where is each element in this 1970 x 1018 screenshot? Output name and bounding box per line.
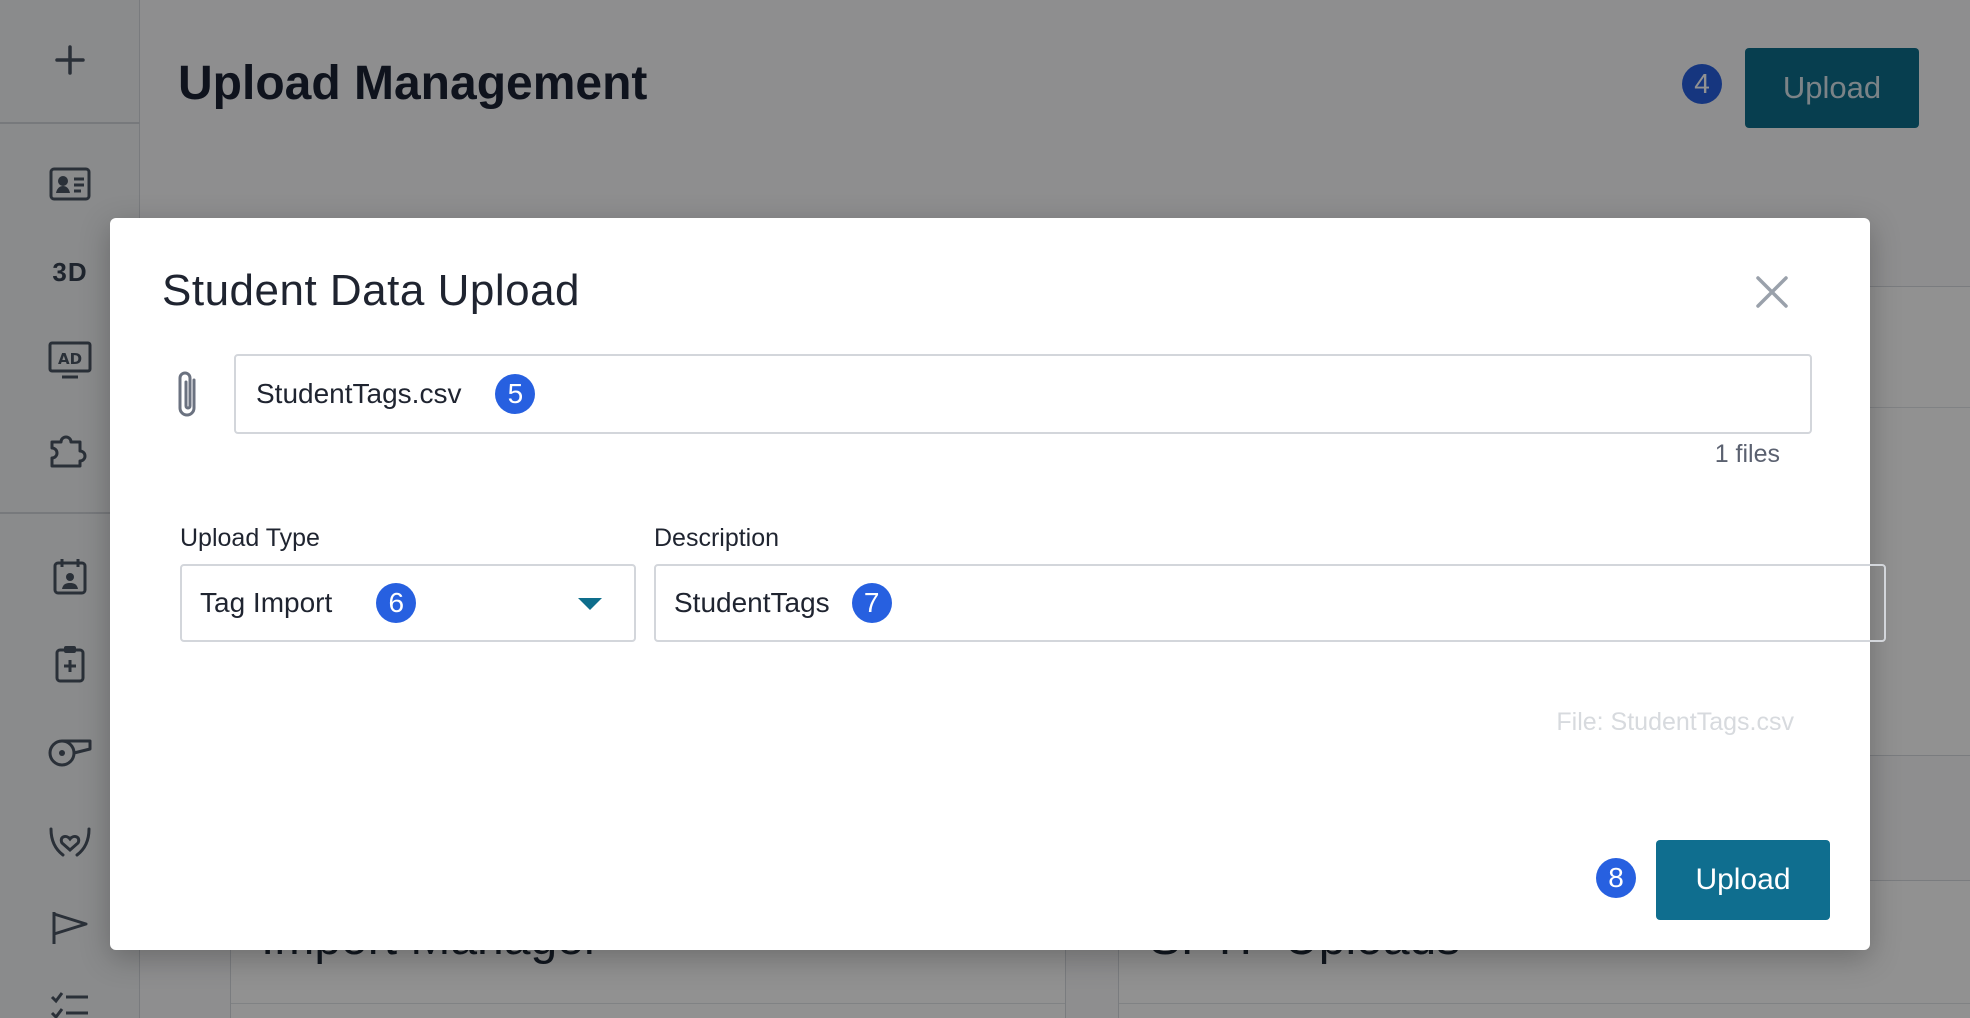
chevron-down-icon <box>578 598 602 610</box>
paperclip-icon <box>172 368 206 420</box>
close-button[interactable] <box>1750 270 1794 314</box>
description-value: StudentTags <box>674 587 830 618</box>
step-badge-6: 6 <box>376 583 417 623</box>
close-icon <box>1756 276 1788 308</box>
upload-type-label: Upload Type <box>180 524 320 552</box>
step-badge-8: 8 <box>1596 858 1636 898</box>
file-note: File: StudentTags.csv <box>1556 708 1794 736</box>
upload-type-value: Tag Import <box>200 587 333 618</box>
file-count: 1 files <box>1714 440 1780 468</box>
step-badge-7: 7 <box>851 583 892 623</box>
file-picker-field[interactable]: StudentTags.csv 5 <box>234 354 1812 434</box>
student-data-upload-dialog: Student Data Upload StudentTags.csv 5 1 … <box>110 218 1886 950</box>
selected-file-name: StudentTags.csv <box>256 378 462 409</box>
description-input[interactable]: StudentTags 7 <box>654 564 1886 642</box>
upload-button[interactable]: Upload <box>1656 840 1830 920</box>
step-badge-5: 5 <box>495 374 536 414</box>
description-label: Description <box>654 524 780 552</box>
dialog-title: Student Data Upload <box>162 266 581 315</box>
upload-type-select[interactable]: Tag Import 6 <box>180 564 636 642</box>
